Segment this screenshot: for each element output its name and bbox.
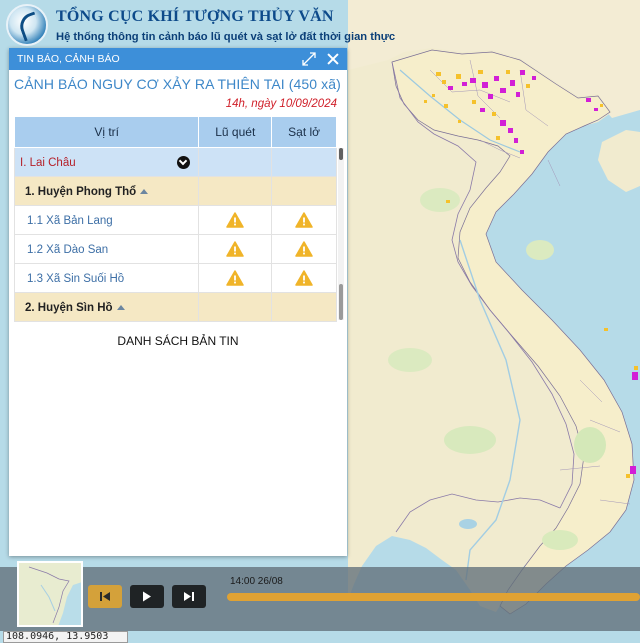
skip-back-icon: [100, 592, 110, 601]
skip-forward-button[interactable]: [172, 585, 206, 608]
table-scrollbar[interactable]: [338, 148, 344, 320]
collapse-icon[interactable]: [116, 305, 125, 311]
warning-triangle-icon: [226, 241, 245, 257]
play-button[interactable]: [130, 585, 164, 608]
table-row[interactable]: 1.3 Xã Sin Suối Hồ: [14, 263, 337, 293]
col-header-flash-flood: Lũ quét: [198, 116, 273, 148]
commune-name: 1.3 Xã Sin Suối Hồ: [27, 273, 125, 285]
warning-table: Vị trí Lũ quét Sạt lở I. Lai Châu 1. Huy…: [14, 116, 337, 322]
table-row[interactable]: 1.2 Xã Dào San: [14, 234, 337, 264]
commune-name: 1.1 Xã Bản Lang: [27, 215, 113, 227]
time-slider[interactable]: [227, 593, 640, 601]
col-header-landslide: Sạt lở: [271, 116, 337, 148]
district-row[interactable]: 1. Huyện Phong Thổ: [14, 176, 337, 206]
district-row[interactable]: 2. Huyện Sìn Hồ: [14, 292, 337, 322]
chevron-down-icon[interactable]: [177, 156, 191, 169]
close-icon[interactable]: [324, 50, 342, 68]
org-subtitle: Hệ thống thông tin cảnh báo lũ quét và s…: [56, 31, 396, 43]
province-cell: I. Lai Châu: [14, 147, 200, 177]
skip-forward-icon: [184, 592, 194, 601]
warning-triangle-icon: [226, 212, 245, 228]
col-header-location: Vị trí: [14, 116, 200, 148]
province-row[interactable]: I. Lai Châu: [14, 147, 337, 177]
scrollbar-thumb[interactable]: [339, 148, 343, 160]
app-header: TỔNG CỤC KHÍ TƯỢNG THỦY VĂN Hệ thống thô…: [6, 4, 395, 46]
warning-panel: TIN BÁO, CẢNH BÁO CẢNH BÁO NGUY CƠ XẢY R…: [9, 48, 347, 556]
commune-name: 1.2 Xã Dào San: [27, 244, 109, 256]
panel-titlebar: TIN BÁO, CẢNH BÁO: [9, 48, 347, 70]
skip-back-button[interactable]: [88, 585, 122, 608]
warning-triangle-icon: [226, 270, 245, 286]
district-name: 2. Huyện Sìn Hồ: [25, 302, 113, 314]
play-icon: [143, 591, 151, 602]
warning-triangle-icon: [295, 270, 313, 286]
news-list-title: DANH SÁCH BẢN TIN: [117, 334, 239, 348]
warning-triangle-icon: [295, 212, 313, 228]
warning-title: CẢNH BÁO NGUY CƠ XẢY RA THIÊN TAI (450 x…: [14, 76, 341, 92]
table-header-row: Vị trí Lũ quét Sạt lở: [14, 116, 337, 148]
org-title: TỔNG CỤC KHÍ TƯỢNG THỦY VĂN: [56, 8, 334, 25]
warning-table-container[interactable]: Vị trí Lũ quét Sạt lở I. Lai Châu 1. Huy…: [14, 116, 344, 322]
time-label: 14:00 26/08: [230, 576, 283, 587]
district-name: 1. Huyện Phong Thổ: [25, 186, 137, 198]
warning-date: 14h, ngày 10/09/2024: [225, 98, 337, 110]
coordinate-readout: 108.0946, 13.9503: [3, 631, 128, 643]
header-titles: TỔNG CỤC KHÍ TƯỢNG THỦY VĂN Hệ thống thô…: [56, 8, 395, 43]
minimap[interactable]: [17, 561, 83, 627]
expand-icon[interactable]: [300, 50, 318, 68]
collapse-icon[interactable]: [140, 189, 149, 195]
logo-icon: [6, 4, 48, 46]
scrollbar-track-end[interactable]: [339, 284, 343, 320]
panel-bar-title: TIN BÁO, CẢNH BÁO: [17, 53, 120, 65]
province-name: I. Lai Châu: [20, 157, 76, 169]
warning-triangle-icon: [295, 241, 313, 257]
table-row[interactable]: 1.1 Xã Bản Lang: [14, 205, 337, 235]
